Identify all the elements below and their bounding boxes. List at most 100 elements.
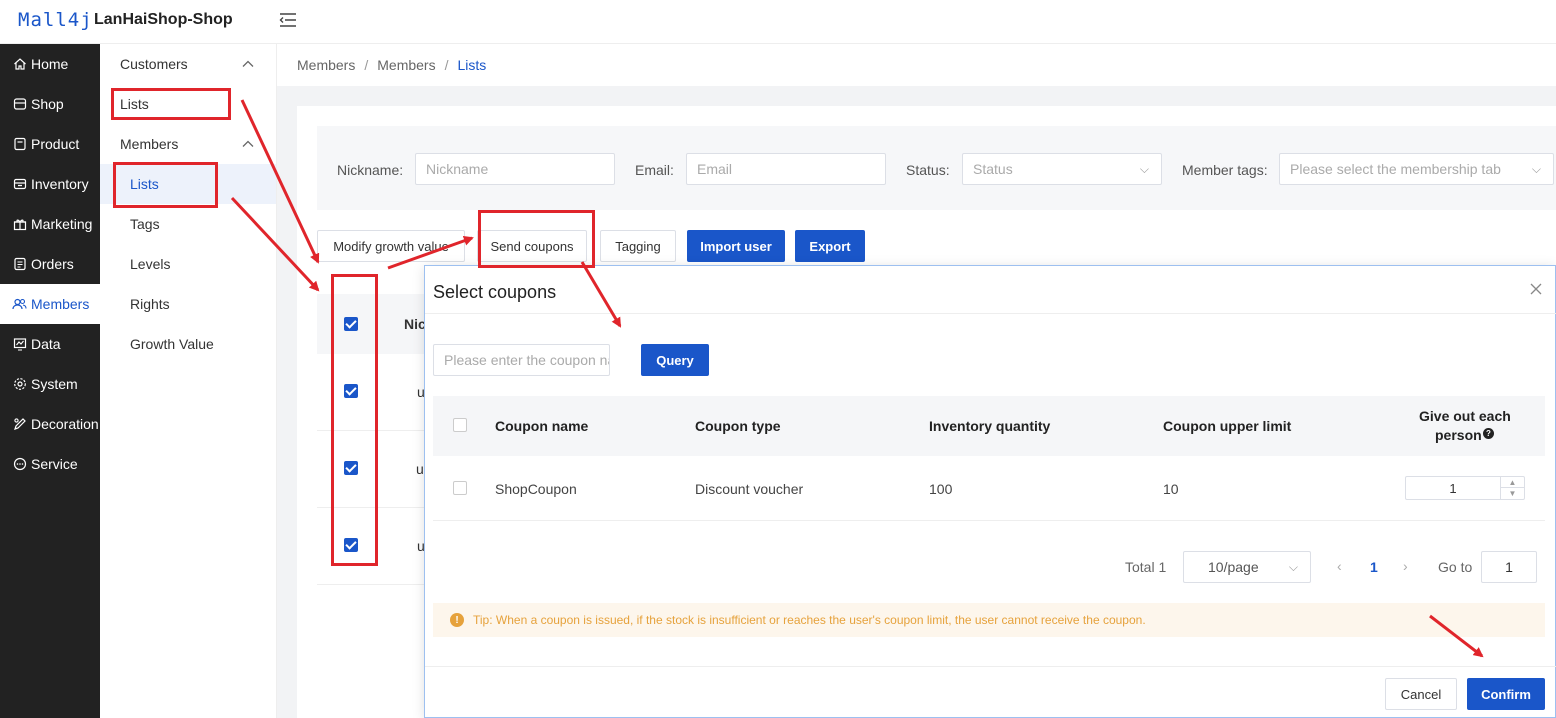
coupon-search-placeholder: Please enter the coupon name [444,352,609,368]
send-coupons-button[interactable]: Send coupons [477,230,587,262]
cancel-button[interactable]: Cancel [1385,678,1457,710]
inventory-quantity-column: Inventory quantity [929,418,1051,434]
row-checkbox[interactable] [344,384,358,398]
members-icon [12,297,27,312]
shop-title: LanHaiShop-Shop [94,11,233,28]
breadcrumb-separator: / [364,57,369,73]
nickname-placeholder: Nickname [426,161,489,177]
brand-logo: Mall4j [18,9,93,31]
member-tags-select[interactable]: Please select the membership tab ⌵ [1279,153,1554,185]
orders-icon [12,257,27,272]
submenu-item-label: Lists [120,96,149,112]
table-row: u [317,354,437,431]
sidebar-item-inventory[interactable]: Inventory [0,164,100,204]
sidebar-item-label: Product [31,136,80,152]
coupon-type-cell: Discount voucher [695,481,804,497]
export-button[interactable]: Export [795,230,865,262]
sidebar-item-orders[interactable]: Orders [0,244,100,284]
sidebar-item-data[interactable]: Data [0,324,100,364]
confirm-button[interactable]: Confirm [1467,678,1545,710]
submenu-item-label: Tags [130,216,160,232]
give-out-each-column: Give out each [1419,408,1511,424]
sidebar-item-label: Orders [31,256,74,272]
chevron-down-icon[interactable]: ▼ [1501,488,1524,499]
nickname-input[interactable]: Nickname [415,153,615,185]
sidebar-item-members[interactable]: Members [0,284,100,324]
page-size-select[interactable]: 10/page ⌵ [1183,551,1311,583]
row-checkbox[interactable] [344,538,358,552]
close-icon[interactable] [1529,282,1543,296]
status-select[interactable]: Status ⌵ [962,153,1162,185]
dialog-footer-divider [425,666,1556,667]
chevron-down-icon: ⌵ [1531,162,1541,176]
sidebar-item-label: Shop [31,96,64,112]
submenu-item-label: Rights [130,296,170,312]
sidebar-item-marketing[interactable]: Marketing [0,204,100,244]
prev-page-icon[interactable]: ‹ [1337,558,1342,574]
submenu-item-label: Lists [130,176,159,192]
sidebar-item-label: Marketing [31,216,93,232]
table-row: u [317,508,437,585]
coupon-name-cell: ShopCoupon [495,481,577,497]
gift-icon [12,217,27,232]
submenu-group-members[interactable]: Members [100,124,276,164]
sidebar-item-label: Home [31,56,69,72]
gear-icon [12,377,27,392]
tip-text: Tip: When a coupon is issued, if the sto… [473,613,1146,627]
sidebar-item-label: System [31,376,78,392]
submenu-group-label: Members [120,136,179,152]
submenu-item-tags[interactable]: Tags [100,204,276,244]
current-page[interactable]: 1 [1370,559,1378,575]
breadcrumb-item[interactable]: Members [377,57,435,73]
select-coupons-dialog: Select coupons Please enter the coupon n… [424,265,1556,718]
tagging-button[interactable]: Tagging [600,230,676,262]
breadcrumb-item[interactable]: Members [297,57,355,73]
table-row: ShopCoupon Discount voucher 100 10 1 ▲ ▼ [433,456,1545,521]
submenu-item-member-lists[interactable]: Lists [100,164,276,204]
submenu-item-levels[interactable]: Levels [100,244,276,284]
sidebar-item-home[interactable]: Home [0,44,100,84]
email-input[interactable]: Email [686,153,886,185]
pagination-total: Total 1 [1125,559,1167,575]
inventory-icon [12,177,27,192]
submenu-group-label: Customers [120,56,188,72]
breadcrumb-separator: / [444,57,449,73]
submenu-item-growth-value[interactable]: Growth Value [100,324,276,364]
submenu-item-rights[interactable]: Rights [100,284,276,324]
sidebar-item-label: Decoration [31,416,99,432]
quantity-value[interactable]: 1 [1406,477,1500,499]
row-checkbox[interactable] [344,461,358,475]
sidebar-item-label: Members [31,296,90,312]
sidebar-item-product[interactable]: Product [0,124,100,164]
member-tags-label: Member tags: [1182,162,1268,178]
status-placeholder: Status [973,161,1013,177]
quantity-stepper[interactable]: 1 ▲ ▼ [1405,476,1525,500]
sidebar-item-service[interactable]: Service [0,444,100,484]
sidebar-item-decoration[interactable]: Decoration [0,404,100,444]
upper-limit-cell: 10 [1163,481,1179,497]
coupon-search-input[interactable]: Please enter the coupon name [433,344,610,376]
select-all-checkbox[interactable] [344,317,358,331]
sidebar-item-system[interactable]: System [0,364,100,404]
modify-growth-value-button[interactable]: Modify growth value [317,230,465,262]
import-user-button[interactable]: Import user [687,230,785,262]
chat-icon [12,457,27,472]
sidebar-item-label: Data [31,336,61,352]
next-page-icon[interactable]: › [1403,558,1408,574]
email-label: Email: [635,162,674,178]
coupon-type-column: Coupon type [695,418,781,434]
help-icon[interactable]: ? [1483,428,1494,439]
menu-fold-icon[interactable] [279,11,297,29]
submenu-group-customers[interactable]: Customers [100,44,276,84]
status-label: Status: [906,162,950,178]
coupon-row-checkbox[interactable] [453,481,467,495]
goto-page-input[interactable]: 1 [1481,551,1537,583]
sidebar-item-shop[interactable]: Shop [0,84,100,124]
submenu-item-customer-lists[interactable]: Lists [100,84,276,124]
breadcrumb: Members / Members / Lists [277,44,1556,86]
chevron-up-icon[interactable]: ▲ [1501,477,1524,488]
query-button[interactable]: Query [641,344,709,376]
warning-icon: ! [450,613,464,627]
select-all-coupons-checkbox[interactable] [453,418,467,432]
shop-icon [12,97,27,112]
